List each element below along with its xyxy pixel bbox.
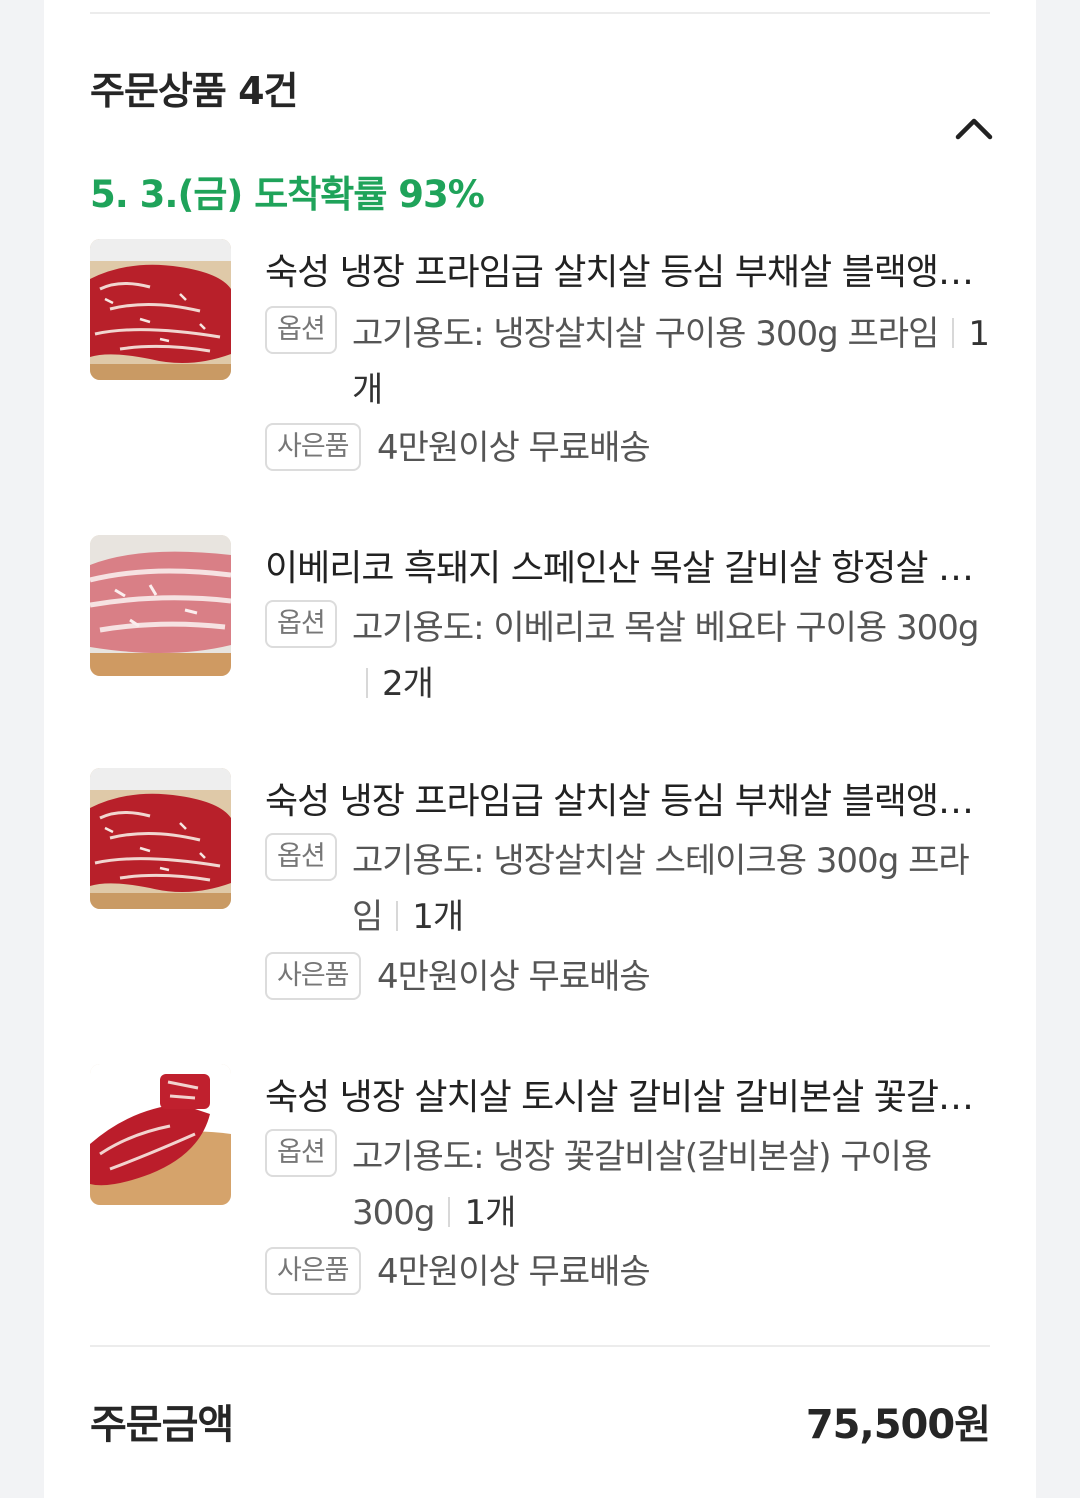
option-badge: 옵션: [265, 833, 337, 881]
gift-text: 4만원이상 무료배송: [377, 428, 651, 468]
option-row: 옵션 고기용도: 냉장살치살 스테이크용 300g 프라임 1개: [265, 833, 990, 945]
divider: [90, 1345, 990, 1347]
order-total-label: 주문금액: [90, 1402, 234, 1448]
order-item[interactable]: 숙성 냉장 프라임급 살치살 등심 부채살 블랙앵거스 소고기 옵션 고기용도:…: [90, 239, 990, 479]
product-title[interactable]: 숙성 냉장 살치살 토시살 갈비살 갈비본살 꽃갈비살: [265, 1068, 990, 1120]
separator: [366, 668, 368, 698]
divider: [90, 12, 990, 14]
option-text: 고기용도: 냉장살치살 구이용 300g 프라임 1개: [352, 306, 992, 418]
option-value: 고기용도: 냉장살치살 구이용 300g 프라임: [352, 314, 939, 354]
product-thumbnail[interactable]: [90, 768, 231, 909]
option-text: 고기용도: 냉장살치살 스테이크용 300g 프라임 1개: [352, 833, 992, 945]
product-title[interactable]: 숙성 냉장 프라임급 살치살 등심 부채살 블랙앵거스 소고기: [265, 243, 990, 295]
option-row: 옵션 고기용도: 냉장살치살 구이용 300g 프라임 1개: [265, 306, 990, 418]
option-text: 고기용도: 냉장 꽃갈비살(갈비본살) 구이용 300g 1개: [352, 1129, 992, 1241]
separator: [396, 901, 399, 931]
section-title: 주문상품 4건: [90, 69, 298, 113]
collapse-button[interactable]: [944, 104, 1004, 152]
product-title[interactable]: 숙성 냉장 프라임급 살치살 등심 부채살 블랙앵거스 소고기: [265, 772, 990, 824]
quantity: 2개: [382, 664, 434, 704]
gift-row: 사은품 4만원이상 무료배송: [265, 1247, 990, 1297]
chevron-up-icon: [955, 118, 993, 140]
gift-badge: 사은품: [265, 952, 361, 1000]
option-value: 고기용도: 이베리코 목살 베요타 구이용 300g: [352, 608, 979, 648]
gift-badge: 사은품: [265, 423, 361, 471]
separator: [952, 318, 955, 348]
gift-badge: 사은품: [265, 1247, 361, 1295]
separator: [448, 1197, 451, 1227]
order-total-value: 75,500원: [805, 1402, 991, 1448]
product-thumbnail[interactable]: [90, 1064, 231, 1205]
option-row: 옵션 고기용도: 냉장 꽃갈비살(갈비본살) 구이용 300g 1개: [265, 1129, 990, 1241]
option-value: 고기용도: 냉장 꽃갈비살(갈비본살) 구이용 300g: [352, 1137, 932, 1233]
option-text: 고기용도: 이베리코 목살 베요타 구이용 300g 2개: [352, 600, 992, 712]
option-row: 옵션 고기용도: 이베리코 목살 베요타 구이용 300g 2개: [265, 600, 990, 712]
gift-text: 4만원이상 무료배송: [377, 957, 651, 997]
order-items-card: 주문상품 4건 5. 3.(금) 도착확률 93% 숙성 냉장 프라임급 살치살…: [44, 0, 1036, 1498]
gift-row: 사은품 4만원이상 무료배송: [265, 423, 990, 473]
option-badge: 옵션: [265, 600, 337, 648]
product-title[interactable]: 이베리코 흑돼지 스페인산 목살 갈비살 항정살 베요타: [265, 539, 990, 591]
delivery-estimate: 5. 3.(금) 도착확률 93%: [90, 173, 485, 216]
quantity: 1개: [464, 1193, 516, 1233]
order-item[interactable]: 숙성 냉장 살치살 토시살 갈비살 갈비본살 꽃갈비살 옵션 고기용도: 냉장 …: [90, 1064, 990, 1304]
product-thumbnail[interactable]: [90, 239, 231, 380]
order-item[interactable]: 이베리코 흑돼지 스페인산 목살 갈비살 항정살 베요타 옵션 고기용도: 이베…: [90, 535, 990, 715]
option-badge: 옵션: [265, 306, 337, 354]
product-thumbnail[interactable]: [90, 535, 231, 676]
gift-text: 4만원이상 무료배송: [377, 1252, 651, 1292]
quantity: 1개: [412, 897, 464, 937]
option-badge: 옵션: [265, 1129, 337, 1177]
gift-row: 사은품 4만원이상 무료배송: [265, 952, 990, 1002]
order-item[interactable]: 숙성 냉장 프라임급 살치살 등심 부채살 블랙앵거스 소고기 옵션 고기용도:…: [90, 768, 990, 1008]
